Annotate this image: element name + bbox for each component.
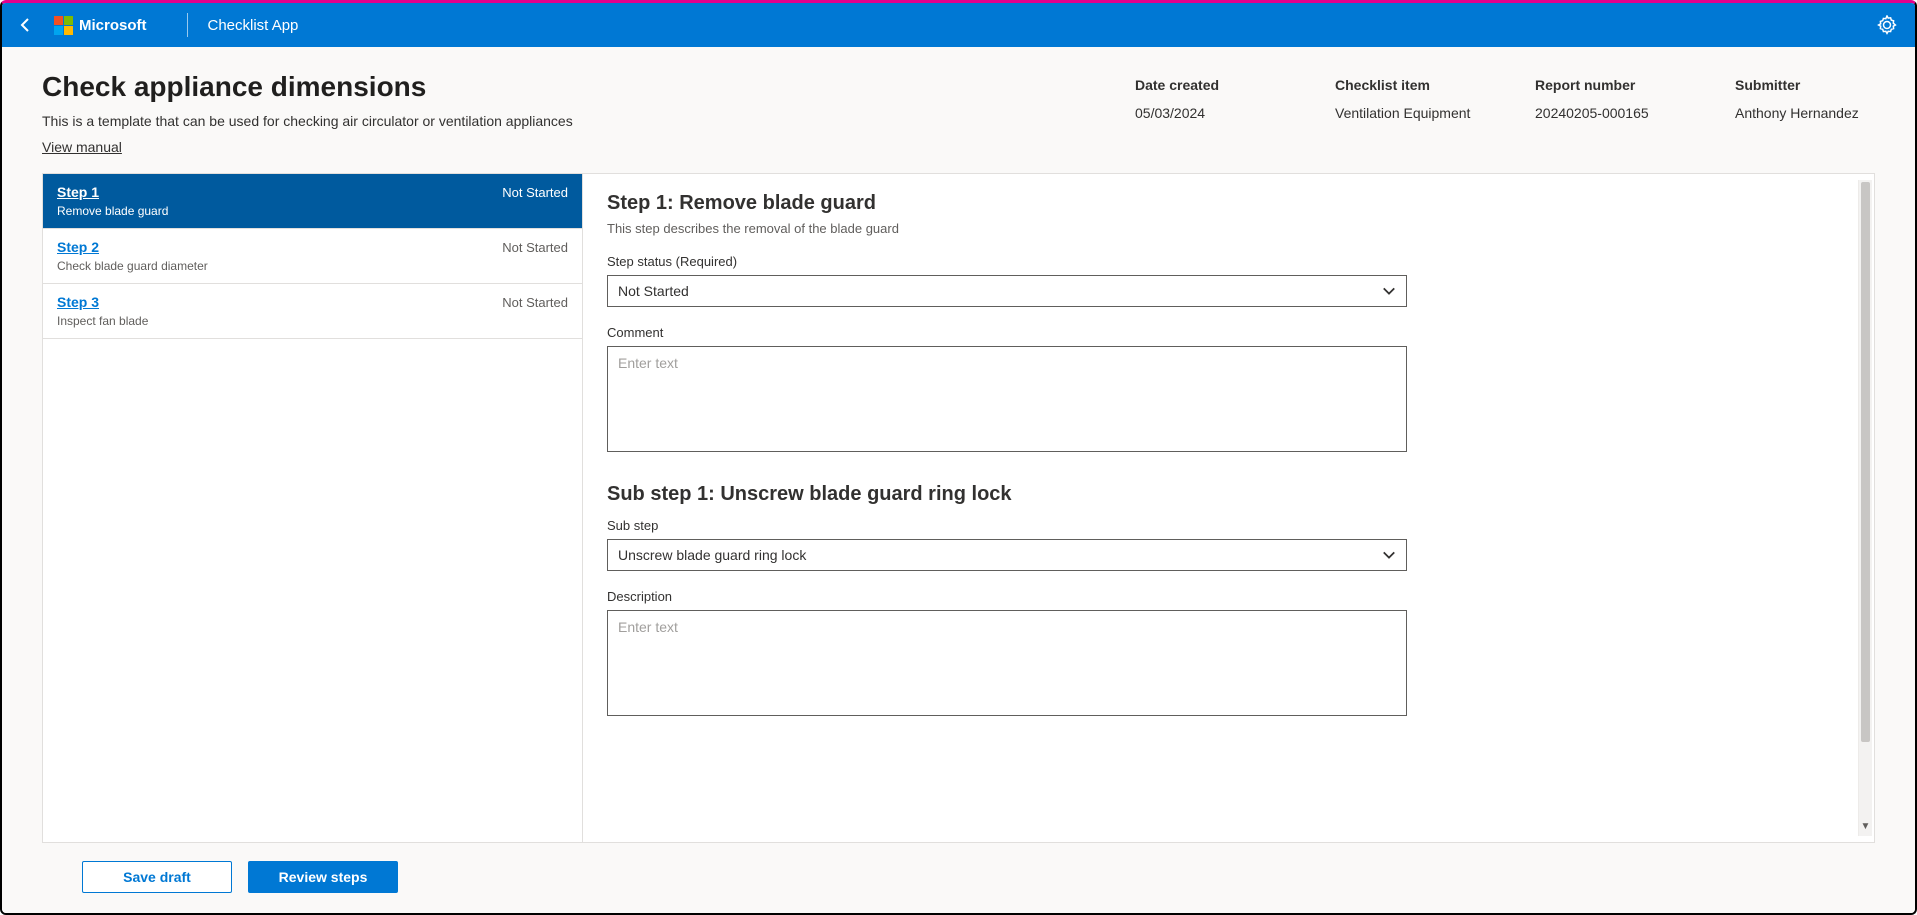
settings-button[interactable]	[1871, 9, 1903, 41]
step-item-2[interactable]: Step 2 Not Started Check blade guard dia…	[43, 229, 582, 284]
review-steps-button[interactable]: Review steps	[248, 861, 398, 893]
footer-bar: Save draft Review steps	[42, 843, 1875, 893]
back-button[interactable]	[14, 13, 38, 37]
chevron-down-icon	[1382, 548, 1396, 562]
scrollbar-thumb[interactable]	[1861, 182, 1870, 742]
step-item-3[interactable]: Step 3 Not Started Inspect fan blade	[43, 284, 582, 339]
comment-input[interactable]	[607, 346, 1407, 452]
page-header: Check appliance dimensions This is a tem…	[42, 71, 1875, 155]
meta-checklist-item-label: Checklist item	[1335, 77, 1475, 93]
substep-select[interactable]: Unscrew blade guard ring lock	[607, 539, 1407, 571]
substep-value: Unscrew blade guard ring lock	[618, 547, 806, 563]
meta-submitter-label: Submitter	[1735, 77, 1875, 93]
step-status: Not Started	[502, 295, 568, 310]
divider	[187, 13, 188, 37]
step-desc: Remove blade guard	[57, 204, 568, 218]
view-manual-link[interactable]: View manual	[42, 139, 122, 155]
scroll-down-icon[interactable]: ▼	[1859, 821, 1872, 832]
chevron-down-icon	[1382, 284, 1396, 298]
comment-field-label: Comment	[607, 325, 1850, 340]
detail-title: Step 1: Remove blade guard	[607, 192, 1850, 215]
chevron-left-icon	[18, 17, 34, 33]
meta-date-created-value: 05/03/2024	[1135, 105, 1275, 121]
step-link[interactable]: Step 1	[57, 184, 99, 200]
step-list: Step 1 Not Started Remove blade guard St…	[43, 174, 583, 842]
meta-report-number-label: Report number	[1535, 77, 1675, 93]
brand-text: Microsoft	[79, 17, 147, 34]
meta-submitter-value: Anthony Hernandez	[1735, 105, 1875, 121]
microsoft-logo: Microsoft	[54, 16, 147, 35]
content-row: Step 1 Not Started Remove blade guard St…	[42, 173, 1875, 843]
app-title: Checklist App	[208, 17, 299, 34]
save-draft-button[interactable]: Save draft	[82, 861, 232, 893]
step-status-select[interactable]: Not Started	[607, 275, 1407, 307]
detail-desc: This step describes the removal of the b…	[607, 221, 1850, 236]
step-desc: Check blade guard diameter	[57, 259, 568, 273]
top-bar: Microsoft Checklist App	[2, 3, 1915, 47]
detail-pane: Step 1: Remove blade guard This step des…	[583, 174, 1874, 842]
step-desc: Inspect fan blade	[57, 314, 568, 328]
description-input[interactable]	[607, 610, 1407, 716]
meta-date-created-label: Date created	[1135, 77, 1275, 93]
substep-title: Sub step 1: Unscrew blade guard ring loc…	[607, 483, 1850, 506]
meta-checklist-item-value: Ventilation Equipment	[1335, 105, 1475, 121]
step-status: Not Started	[502, 240, 568, 255]
page-subtitle: This is a template that can be used for …	[42, 113, 1105, 129]
step-item-1[interactable]: Step 1 Not Started Remove blade guard	[43, 174, 582, 229]
page-body: Check appliance dimensions This is a tem…	[2, 47, 1915, 913]
app-window: Microsoft Checklist App Check appliance …	[0, 0, 1917, 915]
step-status-value: Not Started	[618, 283, 689, 299]
step-link[interactable]: Step 3	[57, 294, 99, 310]
description-field-label: Description	[607, 589, 1850, 604]
gear-icon	[1877, 15, 1897, 35]
step-link[interactable]: Step 2	[57, 239, 99, 255]
step-status: Not Started	[502, 185, 568, 200]
microsoft-logo-icon	[54, 16, 73, 35]
meta-grid: Date created 05/03/2024 Checklist item V…	[1135, 71, 1875, 121]
meta-report-number-value: 20240205-000165	[1535, 105, 1675, 121]
scrollbar[interactable]: ▼	[1858, 180, 1872, 836]
page-title: Check appliance dimensions	[42, 71, 1105, 103]
substep-field-label: Sub step	[607, 518, 1850, 533]
status-field-label: Step status (Required)	[607, 254, 1850, 269]
